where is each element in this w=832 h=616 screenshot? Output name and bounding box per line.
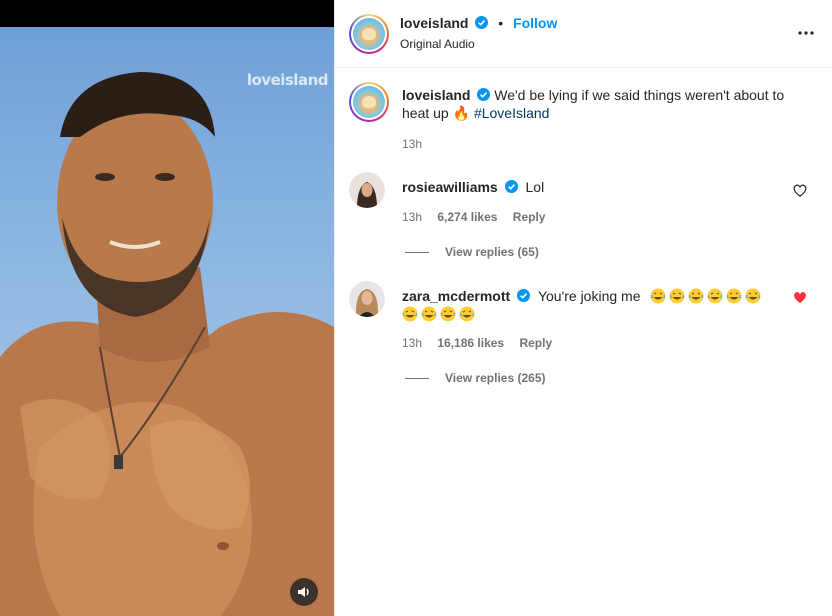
view-replies-label: View replies (265) — [445, 371, 546, 385]
laughing-emoji-icon — [459, 306, 475, 322]
liked-heart-icon[interactable] — [793, 291, 807, 305]
laughing-emoji-icon — [402, 306, 418, 322]
post-detail-panel: loveisland • Follow Original Audio lovei… — [334, 0, 832, 616]
comment-timestamp: 13h — [402, 210, 423, 224]
video-top-bar — [0, 0, 334, 27]
verified-badge-icon — [517, 289, 531, 302]
loveisland-watermark: loveisland — [246, 71, 329, 89]
comment-meta: 13h 6,274 likes Reply — [402, 210, 557, 224]
comment-timestamp: 13h — [402, 336, 423, 350]
replies-line-divider — [405, 377, 429, 379]
laughing-emoji-icon — [707, 288, 723, 304]
reel-video[interactable]: loveisland — [0, 0, 334, 616]
commenter-avatar[interactable] — [349, 281, 385, 317]
replies-line-divider — [405, 251, 429, 253]
view-replies-button[interactable]: View replies (265) — [405, 371, 546, 385]
audio-link[interactable]: Original Audio — [400, 37, 475, 51]
comment-meta: 13h 16,186 likes Reply — [402, 336, 564, 350]
author-username[interactable]: loveisland — [400, 15, 468, 31]
comment-likes[interactable]: 6,274 likes — [437, 210, 497, 224]
verified-badge-icon — [504, 180, 518, 193]
caption-text-block: loveisland We'd be lying if we said thin… — [402, 86, 802, 122]
follow-button[interactable]: Follow — [513, 15, 557, 31]
comment-text: Lol — [525, 179, 545, 195]
comment-body: rosieawilliams Lol — [402, 178, 782, 196]
laughing-emoji-icon — [440, 306, 456, 322]
verified-badge-icon — [477, 88, 491, 101]
mute-toggle-button[interactable] — [290, 578, 318, 606]
more-options-icon[interactable] — [797, 24, 815, 42]
view-replies-button[interactable]: View replies (65) — [405, 245, 539, 259]
reply-button[interactable]: Reply — [513, 210, 546, 224]
avatar-photo — [349, 281, 385, 317]
laughing-emoji-icon — [650, 288, 666, 304]
loveisland-logo-avatar — [353, 86, 385, 118]
video-frame: loveisland — [0, 27, 334, 616]
post-header: loveisland • Follow Original Audio — [335, 0, 832, 68]
laughing-emoji-icon — [669, 288, 685, 304]
laughing-emoji-icon — [726, 288, 742, 304]
author-avatar[interactable] — [349, 14, 389, 54]
fire-emoji: 🔥 — [452, 105, 471, 121]
caption-timestamp: 13h — [402, 137, 423, 151]
verified-badge-icon — [475, 16, 489, 29]
comment-username[interactable]: zara_mcdermott — [402, 288, 510, 304]
commenter-avatar[interactable] — [349, 172, 385, 208]
hashtag-link[interactable]: #LoveIsland — [474, 105, 550, 121]
reply-button[interactable]: Reply — [519, 336, 552, 350]
laughing-emoji-icon — [421, 306, 437, 322]
comment-text: You're joking me — [537, 288, 641, 304]
comment-likes[interactable]: 16,186 likes — [437, 336, 504, 350]
video-subject-image — [0, 72, 334, 616]
separator-dot: • — [498, 15, 504, 31]
laughing-emoji-icon — [745, 288, 761, 304]
view-replies-label: View replies (65) — [445, 245, 539, 259]
loveisland-logo-avatar — [353, 18, 385, 50]
avatar-photo — [349, 172, 385, 208]
comment-body: zara_mcdermott You're joking me — [402, 287, 782, 323]
laughing-emoji-icon — [688, 288, 704, 304]
caption-author-avatar[interactable] — [349, 82, 389, 122]
caption-username[interactable]: loveisland — [402, 87, 470, 103]
speaker-icon — [298, 587, 309, 597]
like-heart-icon[interactable] — [793, 184, 807, 198]
comment-username[interactable]: rosieawilliams — [402, 179, 498, 195]
